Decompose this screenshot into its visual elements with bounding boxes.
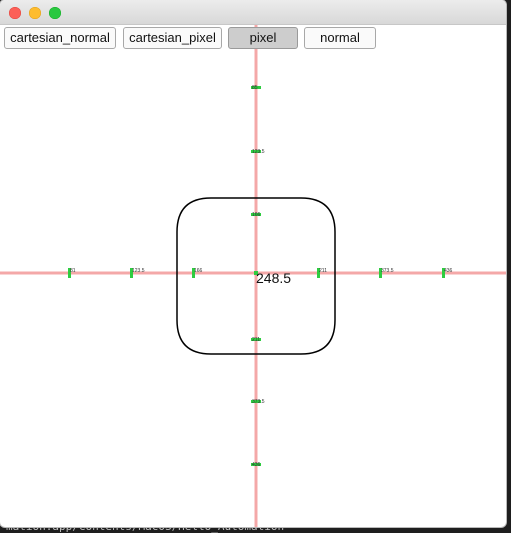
y-tick-label: 436	[252, 462, 261, 468]
normal-button[interactable]: normal	[304, 27, 376, 49]
minimize-window-button[interactable]	[29, 7, 41, 19]
y-tick-label: 211	[252, 337, 260, 343]
cartesian-normal-button[interactable]: cartesian_normal	[4, 27, 116, 49]
y-tick-label: 373.5	[252, 399, 265, 405]
drawing-area[interactable]: 81 123.5 166 211 373.5 436 85 123.5 166 211 373.5 4…	[0, 25, 506, 527]
zoom-window-button[interactable]	[49, 7, 61, 19]
cartesian-pixel-button[interactable]: cartesian_pixel	[123, 27, 222, 49]
close-window-button[interactable]	[9, 7, 21, 19]
y-tick-label: 123.5	[252, 149, 265, 155]
pixel-button[interactable]: pixel	[228, 27, 298, 49]
center-value-label: 248.5	[256, 270, 291, 286]
x-tick-label: 166	[194, 268, 203, 274]
x-tick-label: 81	[70, 268, 76, 274]
title-bar[interactable]	[0, 0, 506, 25]
y-tick-label: 166	[252, 212, 261, 218]
x-tick-label: 123.5	[132, 268, 145, 274]
x-tick-label: 436	[444, 268, 453, 274]
app-window: 81 123.5 166 211 373.5 436 85 123.5 166 211 373.5 4…	[0, 0, 506, 527]
y-tick-label: 85	[252, 85, 258, 91]
x-tick-label: 211	[319, 268, 327, 274]
coordinate-canvas[interactable]: 81 123.5 166 211 373.5 436 85 123.5 166 211 373.5 4…	[0, 25, 506, 527]
x-tick-label: 373.5	[381, 268, 394, 274]
